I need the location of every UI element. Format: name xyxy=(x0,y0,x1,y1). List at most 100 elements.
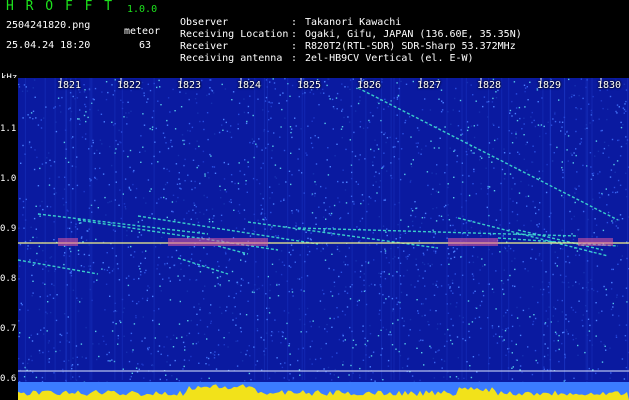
noise-speck xyxy=(532,200,534,203)
noise-speck xyxy=(369,121,371,123)
noise-speck xyxy=(387,359,390,362)
noise-speck xyxy=(359,240,361,242)
noise-speck xyxy=(336,108,338,110)
noise-speck xyxy=(187,320,189,322)
noise-speck xyxy=(612,302,614,305)
noise-speck xyxy=(595,140,598,142)
noise-speck xyxy=(88,148,90,150)
noise-speck xyxy=(331,295,334,297)
noise-speck xyxy=(401,367,404,369)
noise-speck xyxy=(525,195,527,198)
noise-speck xyxy=(323,293,325,295)
spectrogram xyxy=(18,78,629,400)
noise-speck xyxy=(385,231,387,233)
noise-speck xyxy=(142,316,144,318)
noise-speck xyxy=(38,308,41,311)
noise-speck xyxy=(556,146,558,149)
noise-speck xyxy=(594,155,596,157)
noise-speck xyxy=(130,332,133,335)
noise-speck xyxy=(61,96,63,99)
noise-stripe xyxy=(304,78,306,380)
noise-speck xyxy=(309,320,311,323)
noise-speck xyxy=(249,355,251,357)
noise-speck xyxy=(502,282,505,285)
noise-speck xyxy=(474,317,477,320)
noise-speck xyxy=(439,323,442,325)
noise-speck xyxy=(415,264,418,266)
noise-speck xyxy=(473,125,475,127)
noise-speck xyxy=(410,284,412,286)
noise-speck xyxy=(352,339,355,341)
noise-speck xyxy=(438,98,440,100)
noise-speck xyxy=(28,358,30,361)
noise-speck xyxy=(493,124,495,126)
noise-stripe xyxy=(24,78,26,380)
noise-speck xyxy=(313,117,315,119)
noise-speck xyxy=(582,210,585,213)
noise-speck xyxy=(601,129,603,132)
noise-speck xyxy=(432,283,434,285)
noise-speck xyxy=(355,344,357,346)
noise-speck xyxy=(306,307,309,310)
noise-speck xyxy=(169,299,172,301)
noise-speck xyxy=(576,250,579,252)
noise-speck xyxy=(513,81,516,83)
noise-speck xyxy=(55,130,58,133)
noise-speck xyxy=(463,377,465,380)
noise-speck xyxy=(262,162,264,165)
noise-speck xyxy=(76,356,78,358)
noise-speck xyxy=(616,160,619,162)
noise-speck xyxy=(252,177,255,180)
noise-speck xyxy=(565,261,567,263)
noise-speck xyxy=(625,100,627,103)
noise-speck xyxy=(126,116,128,119)
noise-speck xyxy=(40,127,43,129)
noise-speck xyxy=(335,97,338,99)
noise-speck xyxy=(219,185,221,187)
noise-speck xyxy=(178,380,180,382)
noise-stripe xyxy=(508,78,510,380)
noise-speck xyxy=(217,261,219,263)
noise-speck xyxy=(94,87,97,90)
noise-speck xyxy=(530,220,532,222)
noise-speck xyxy=(97,207,99,209)
noise-speck xyxy=(349,238,352,240)
noise-speck xyxy=(106,269,109,271)
noise-speck xyxy=(403,250,405,252)
noise-speck xyxy=(620,145,623,148)
noise-speck xyxy=(391,297,394,300)
noise-speck xyxy=(568,320,570,323)
noise-speck xyxy=(431,172,433,174)
noise-speck xyxy=(432,208,434,210)
noise-speck xyxy=(290,131,292,134)
noise-speck xyxy=(274,88,276,90)
noise-speck xyxy=(193,306,195,308)
noise-speck xyxy=(147,285,149,287)
noise-speck xyxy=(270,117,272,119)
noise-speck xyxy=(410,136,412,138)
noise-speck xyxy=(531,161,534,163)
noise-speck xyxy=(430,217,432,220)
noise-speck xyxy=(625,136,627,138)
noise-speck xyxy=(131,351,134,353)
noise-speck xyxy=(63,188,66,190)
noise-speck xyxy=(318,104,320,106)
noise-speck xyxy=(610,169,613,171)
noise-speck xyxy=(131,300,134,302)
noise-stripe xyxy=(287,78,289,380)
noise-speck xyxy=(599,171,601,173)
noise-speck xyxy=(543,368,545,370)
noise-speck xyxy=(468,175,470,177)
noise-speck xyxy=(176,378,178,380)
noise-speck xyxy=(543,334,545,336)
noise-speck xyxy=(261,149,263,151)
noise-speck xyxy=(130,245,132,248)
noise-speck xyxy=(309,358,311,360)
noise-speck xyxy=(183,275,185,277)
noise-speck xyxy=(539,135,541,138)
noise-speck xyxy=(511,325,514,328)
noise-speck xyxy=(530,116,532,118)
noise-speck xyxy=(470,226,473,229)
noise-speck xyxy=(456,155,459,157)
noise-speck xyxy=(294,117,296,119)
